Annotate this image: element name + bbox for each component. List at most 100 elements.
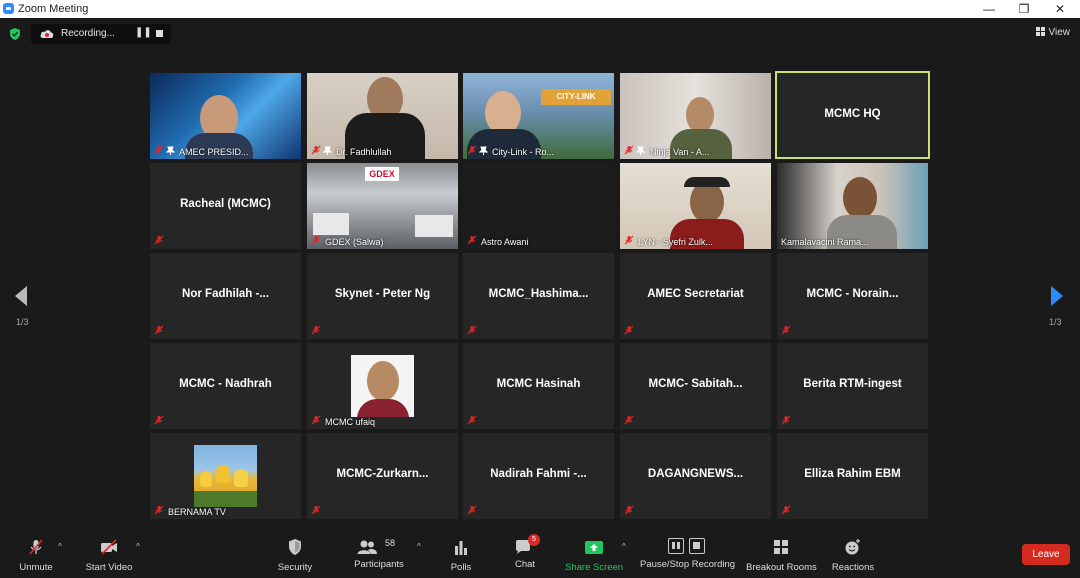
breakout-rooms-button[interactable]: Breakout Rooms: [746, 538, 817, 573]
profile-picture: [351, 355, 414, 417]
participant-tile[interactable]: AMEC Secretariat: [620, 253, 771, 339]
pause-stop-recording-label: Pause/Stop Recording: [640, 559, 736, 570]
unmute-button[interactable]: Unmute: [14, 538, 58, 573]
unmute-label: Unmute: [19, 562, 53, 573]
participant-name: MCMC-Zurkarn...: [336, 468, 429, 480]
muted-mic-icon: [311, 325, 321, 335]
security-button[interactable]: Security: [272, 538, 318, 573]
participant-tile[interactable]: Ninja Van - A...: [620, 73, 771, 159]
muted-mic-icon: [467, 145, 477, 155]
breakout-rooms-label: Breakout Rooms: [746, 562, 817, 573]
participants-label: Participants: [354, 559, 404, 570]
cloud-record-icon: [40, 30, 54, 38]
muted-mic-icon: [467, 325, 477, 335]
reactions-button[interactable]: Reactions: [830, 538, 876, 573]
participant-tile[interactable]: AMEC PRESID...: [150, 73, 301, 159]
muted-mic-icon: [154, 325, 164, 335]
muted-mic-icon: [467, 235, 477, 245]
recording-controls-icon-group: [668, 538, 706, 556]
close-button[interactable]: ✕: [1043, 0, 1077, 18]
muted-mic-icon: [624, 325, 634, 335]
chat-icon-group: 5: [514, 534, 540, 556]
participant-tile[interactable]: MCMC-Zurkarn...: [307, 433, 458, 519]
participant-tile[interactable]: MCMC ufaiq: [307, 343, 458, 429]
participant-tile[interactable]: CITY-LINK City-Link - Ro...: [463, 73, 614, 159]
participant-tile[interactable]: MCMC - Norain...: [777, 253, 928, 339]
encryption-shield-icon[interactable]: [8, 27, 22, 41]
share-screen-button[interactable]: Share Screen: [565, 538, 623, 573]
participant-face: [367, 361, 399, 401]
share-screen-label: Share Screen: [565, 562, 624, 573]
participants-options-chevron-icon[interactable]: ^: [417, 542, 421, 551]
participant-tile[interactable]: Kamalavacini Rama...: [777, 163, 928, 249]
participant-tile[interactable]: GDEX GDEX (Salwa): [307, 163, 458, 249]
video-options-chevron-icon[interactable]: ^: [136, 542, 140, 551]
minimize-button[interactable]: —: [972, 0, 1006, 18]
security-shield-icon: [289, 539, 301, 555]
participant-face: [843, 177, 877, 219]
participant-tile[interactable]: Elliza Rahim EBM: [777, 433, 928, 519]
pin-icon: [323, 146, 332, 155]
participant-tile[interactable]: Berita RTM-ingest: [777, 343, 928, 429]
participants-button[interactable]: 58 Participants: [350, 538, 408, 570]
maximize-button[interactable]: ❐: [1007, 0, 1041, 18]
participant-tile[interactable]: Racheal (MCMC): [150, 163, 301, 249]
chat-label: Chat: [514, 559, 536, 570]
participant-name: Kamalavacini Rama...: [781, 237, 869, 247]
zoom-logo-icon: [3, 3, 14, 14]
pause-recording-icon[interactable]: ❚❚: [135, 27, 152, 38]
muted-mic-icon: [154, 235, 164, 245]
leave-meeting-button[interactable]: Leave: [1022, 544, 1070, 565]
next-page-arrow-icon[interactable]: [1050, 285, 1064, 307]
participant-tile[interactable]: Dr. Fadhlullah: [307, 73, 458, 159]
participant-tile-active-speaker[interactable]: MCMC HQ: [775, 71, 930, 159]
participant-tile[interactable]: Nor Fadhilah -...: [150, 253, 301, 339]
video-off-icon: [101, 539, 117, 555]
muted-mic-icon: [781, 325, 791, 335]
view-button[interactable]: View: [1035, 27, 1070, 38]
gdex-logo: GDEX: [365, 167, 399, 181]
participants-icon-group: 58: [356, 538, 402, 556]
title-bar: Zoom Meeting — ❐ ✕: [0, 0, 1080, 18]
page-indicator-left: 1/3: [16, 317, 29, 327]
participant-tile[interactable]: MCMC- Sabitah...: [620, 343, 771, 429]
recording-label: Recording...: [61, 28, 115, 39]
participant-tile[interactable]: MCMC_Hashima...: [463, 253, 614, 339]
polls-button[interactable]: Polls: [446, 538, 476, 573]
reactions-label: Reactions: [831, 562, 875, 573]
muted-mic-icon: [624, 235, 634, 245]
participant-tile[interactable]: Astro Awani: [463, 163, 614, 249]
muted-mic-icon: [467, 505, 477, 515]
muted-mic-icon: [467, 415, 477, 425]
start-video-button[interactable]: Start Video: [82, 538, 136, 573]
meeting-toolbar: Unmute ^ Start Video ^ Security 58 Parti…: [0, 528, 1080, 578]
start-video-label: Start Video: [85, 562, 133, 573]
muted-mic-icon: [781, 505, 791, 515]
window-title: Zoom Meeting: [18, 3, 89, 15]
share-options-chevron-icon[interactable]: ^: [622, 542, 626, 551]
participant-tile[interactable]: MCMC - Nadhrah: [150, 343, 301, 429]
muted-mic-icon: [311, 505, 321, 515]
participant-tile[interactable]: BERNAMA TV: [150, 433, 301, 519]
muted-mic-icon: [624, 415, 634, 425]
muted-mic-icon: [624, 145, 634, 155]
participant-tile[interactable]: Skynet - Peter Ng: [307, 253, 458, 339]
participant-tile[interactable]: DAGANGNEWS...: [620, 433, 771, 519]
participant-face: [686, 97, 714, 133]
chat-button[interactable]: 5 Chat: [510, 534, 540, 570]
truck-shape: [415, 215, 453, 237]
participant-tile[interactable]: Nadirah Fahmi -...: [463, 433, 614, 519]
pause-stop-recording-button[interactable]: Pause/Stop Recording: [640, 538, 736, 570]
muted-mic-icon: [154, 415, 164, 425]
participant-name: MCMC Hasinah: [496, 378, 581, 390]
participant-tile[interactable]: LYN - Syefri Zulk...: [620, 163, 771, 249]
pause-icon: [668, 538, 684, 554]
stop-recording-icon[interactable]: [156, 30, 163, 37]
previous-page-arrow-icon[interactable]: [14, 285, 28, 307]
audio-options-chevron-icon[interactable]: ^: [58, 542, 62, 551]
leaves-shape: [194, 491, 257, 507]
participant-tile[interactable]: MCMC Hasinah: [463, 343, 614, 429]
participant-name: Ninja Van - A...: [650, 147, 710, 157]
participant-name: MCMC - Nadhrah: [179, 378, 272, 390]
muted-mic-icon: [624, 505, 634, 515]
